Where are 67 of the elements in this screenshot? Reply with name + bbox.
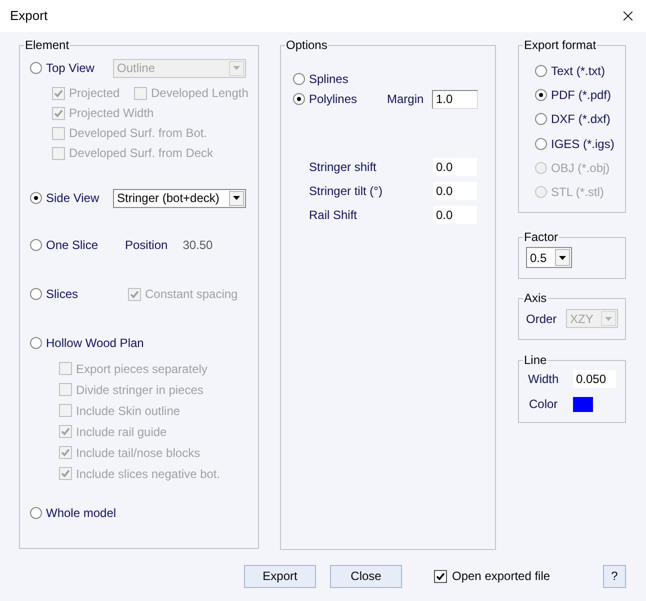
checkbox-label: Include Skin outline [76,402,180,420]
radio-label: Polylines [309,91,358,108]
order-label: Order [526,310,558,328]
radio-button[interactable] [293,73,305,85]
field-label: Stringer tilt (°) [309,183,384,200]
radio-label: DXF (*.dxf) [551,111,610,128]
position-label: Position [125,237,168,254]
checkbox-label: Include slices negative bot. [76,466,220,482]
checkbox-label: Developed Surf. from Deck [69,145,214,162]
dialog-button[interactable]: Close [330,564,402,588]
position-value: 30.50 [182,237,213,254]
width-label: Width [528,371,560,388]
dialog-button[interactable]: Export [244,564,316,588]
checkbox-label: Constant spacing [145,286,238,303]
radio-label: Top View [46,60,96,77]
color-label: Color [529,396,559,414]
margin-label: Margin [387,91,425,108]
radio-button[interactable] [535,138,547,150]
radio-button[interactable] [30,239,42,251]
radio-button[interactable] [293,93,305,105]
checkbox-label: Open exported file [452,568,550,585]
radio-button[interactable] [30,192,42,204]
radio-button[interactable] [30,507,42,519]
checkbox-label: Export pieces separately [76,360,208,378]
radio-label: Splines [309,71,350,88]
radio-button[interactable] [30,62,42,74]
radio-button[interactable] [30,337,42,349]
group-title: Export format [523,38,598,52]
checkbox-label: Developed Surf. from Bot. [69,125,208,142]
group-title: Factor [523,230,560,244]
factor-dropdown[interactable]: 0.5 [526,247,572,268]
checkbox-label: Projected Width [69,105,154,122]
radio-label: One Slice [46,237,100,254]
checkbox-label: Include tail/nose blocks [76,444,200,462]
field-label: Stringer shift [309,159,378,176]
value-field[interactable]: 0.0 [433,182,477,200]
window-title: Export [10,7,48,26]
checkbox-label: Divide stringer in pieces [76,382,204,398]
help-button[interactable]: ? [603,564,626,588]
radio-label: Hollow Wood Plan [46,335,144,352]
width-field[interactable]: 0.050 [573,370,616,388]
field-label: Rail Shift [309,207,358,224]
group-title: Element [24,38,70,52]
radio-label: PDF (*.pdf) [551,87,612,104]
checkbox-label: Developed Length [151,85,248,102]
checkbox[interactable] [434,570,447,582]
value-field[interactable]: 0.0 [433,206,477,224]
radio-label: OBJ (*.obj) [551,160,610,177]
radio-button[interactable] [535,113,547,126]
value-field[interactable]: 0.0 [433,158,477,176]
checkbox-label: Projected [69,85,120,102]
group-title: Line [523,353,548,368]
group-title: Options [285,38,328,52]
radio-label: IGES (*.igs) [551,136,614,153]
group-title: Axis [523,291,548,306]
margin-field[interactable]: 1.0 [432,90,478,108]
color-swatch[interactable] [573,396,593,412]
radio-label: Slices [46,286,80,303]
radio-button[interactable] [535,65,547,78]
radio-button[interactable] [535,89,547,102]
checkbox-label: Include rail guide [76,424,167,440]
radio-button[interactable] [30,288,42,300]
radio-label: STL (*.stl) [551,184,604,202]
radio-label: Text (*.txt) [551,63,606,80]
radio-label: Whole model [46,505,116,522]
radio-label: Side View [46,190,100,207]
dropdown[interactable]: Stringer (bot+deck) [113,188,246,208]
